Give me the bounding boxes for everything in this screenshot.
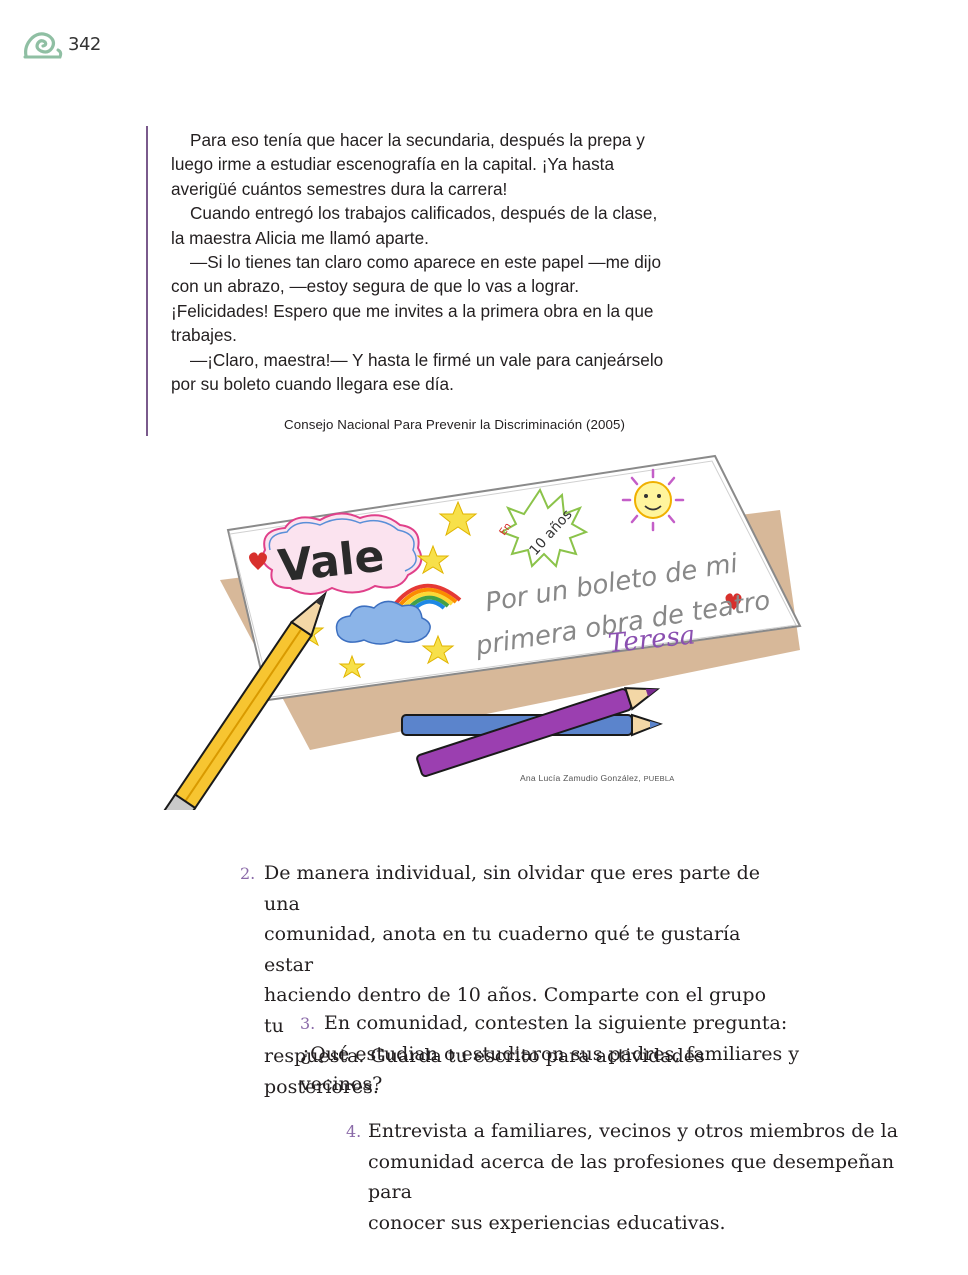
story-excerpt: Para eso tenía que hacer la secundaria, … <box>171 128 671 396</box>
story-paragraph: —¡Claro, maestra!— Y hasta le firmé un v… <box>171 349 664 395</box>
activity-text: En comunidad, contesten la siguiente pre… <box>300 1008 860 1100</box>
voucher-illustration: Vale En 10 años Por un boleto de mi prim… <box>161 454 802 810</box>
story-paragraph: Para eso tenía que hacer la secundaria, … <box>171 130 645 199</box>
credit-name: Ana Lucía Zamudio González, <box>520 773 642 783</box>
snail-spiral-icon <box>23 32 63 59</box>
page-header: 342 <box>22 28 162 62</box>
activity-text: Entrevista a familiares, vecinos y otros… <box>346 1116 906 1238</box>
illustration-credit: Ana Lucía Zamudio González, PUEBLA <box>520 773 674 783</box>
credit-place: PUEBLA <box>643 774 675 783</box>
activity-number: 4. <box>346 1122 362 1141</box>
activity-line: comunidad, anota en tu cuaderno qué te g… <box>264 923 741 976</box>
page-number: 342 <box>68 34 101 55</box>
activity-number: 2. <box>240 864 256 883</box>
activity-line: comunidad acerca de las profesiones que … <box>368 1150 895 1204</box>
source-citation: Consejo Nacional Para Prevenir la Discri… <box>284 417 626 432</box>
activity-line: De manera individual, sin olvidar que er… <box>264 862 761 915</box>
story-paragraph: Cuando entregó los trabajos calificados,… <box>171 203 658 248</box>
quote-rule <box>146 126 148 436</box>
activity-line: En comunidad, contesten la siguiente pre… <box>324 1012 788 1034</box>
activity-line: conocer sus experiencias educativas. <box>368 1211 726 1234</box>
activity-number: 3. <box>300 1014 316 1033</box>
activity-line: ¿Qué estudian o estudiaron sus padres, f… <box>300 1042 800 1096</box>
activity-line: Entrevista a familiares, vecinos y otros… <box>368 1120 899 1142</box>
activity-item: 4. Entrevista a familiares, vecinos y ot… <box>346 1116 906 1238</box>
story-paragraph: —Si lo tienes tan claro como aparece en … <box>171 252 662 346</box>
activity-item: 3. En comunidad, contesten la siguiente … <box>300 1008 860 1100</box>
